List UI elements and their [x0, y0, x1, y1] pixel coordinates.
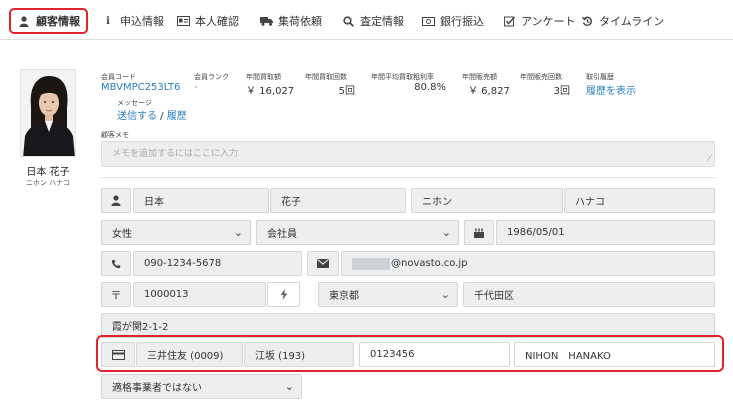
message-links: 送信する / 履歴 [117, 107, 187, 122]
tab-timeline[interactable]: タイムライン [580, 8, 664, 34]
occupation-select[interactable]: 会社員 ⌄ [256, 220, 459, 245]
info-icon: i [106, 15, 110, 27]
envelope-icon [307, 251, 339, 276]
occupation-value: 会社員 [267, 229, 297, 240]
postal-mark-icon: 〒 [101, 282, 131, 307]
member-rank-label: 会員ランク [194, 73, 229, 81]
member-rank: - [194, 82, 198, 93]
annual-sales-label: 年間販売額 [462, 73, 497, 81]
prefecture-select[interactable]: 東京都 ⌄ [318, 282, 458, 307]
tab-bank-transfer[interactable]: 銀行振込 [421, 8, 484, 34]
avg-margin-value: 80.8% [414, 82, 446, 93]
search-icon [341, 15, 355, 27]
customer-memo-input[interactable] [102, 142, 714, 166]
phone-input[interactable]: 090-1234-5678 [133, 251, 302, 276]
prefecture-value: 東京都 [329, 291, 359, 302]
tab-label: アンケート [521, 15, 576, 28]
city-input[interactable]: 千代田区 [463, 282, 715, 307]
checkbox-icon [502, 16, 516, 27]
tab-label: 顧客情報 [36, 15, 80, 28]
send-message-link[interactable]: 送信する [117, 111, 157, 122]
member-code-link[interactable]: MBVMPC253LT6 [101, 82, 180, 93]
annual-sales-value: ￥ 6,827 [468, 86, 510, 97]
tab-bar: 顧客情報 i 申込情報 本人確認 集荷依頼 査定情報 銀行振込 アンケート タイ… [0, 0, 733, 40]
tab-label: 銀行振込 [440, 15, 484, 28]
email-redacted [352, 257, 390, 270]
first-kana-input[interactable]: ハナコ [564, 188, 715, 213]
qualification-value: 適格事業者ではない [112, 383, 202, 394]
annual-sales-count-label: 年間販売回数 [520, 73, 562, 81]
annual-purchase-count-label: 年間買取回数 [305, 73, 347, 81]
transaction-history-label: 取引履歴 [586, 73, 614, 81]
customer-memo: ⟋ [101, 141, 715, 167]
tab-pickup-request[interactable]: 集荷依頼 [259, 8, 322, 34]
tab-identity-verification[interactable]: 本人確認 [176, 8, 239, 34]
highlight-bank-row [96, 335, 724, 372]
transaction-history-link[interactable]: 履歴を表示 [586, 82, 636, 97]
last-kana-input[interactable]: ニホン [411, 188, 563, 213]
annual-purchase-value: ￥ 16,027 [246, 86, 295, 97]
email-domain: @novasto.co.jp [391, 258, 468, 269]
gender-select[interactable]: 女性 ⌄ [101, 220, 251, 245]
history-icon [580, 16, 594, 27]
annual-purchase-label: 年間買取額 [246, 73, 281, 81]
gender-value: 女性 [112, 229, 132, 240]
zip-lookup-button[interactable] [267, 282, 300, 307]
qualification-select[interactable]: 適格事業者ではない ⌄ [101, 374, 302, 399]
tab-assessment-info[interactable]: 査定情報 [341, 8, 404, 34]
tab-label: タイムライン [599, 15, 665, 28]
resize-grip-icon[interactable]: ⟋ [706, 154, 712, 164]
link-separator: / [157, 111, 167, 122]
annual-purchase-count: 5回 [338, 86, 355, 97]
tab-customer-info[interactable]: 顧客情報 [9, 8, 88, 34]
customer-memo-label: 顧客メモ [101, 131, 129, 139]
customer-kana: ニホン ハナコ [25, 179, 71, 187]
message-history-link[interactable]: 履歴 [167, 111, 187, 122]
last-name-input[interactable]: 日本 [133, 188, 269, 213]
banknote-icon [421, 16, 435, 26]
user-icon [17, 15, 31, 27]
annual-sales-count: 3回 [553, 86, 570, 97]
member-code-label: 会員コード [101, 73, 136, 81]
divider [101, 177, 715, 178]
tab-survey[interactable]: アンケート [502, 8, 576, 34]
tab-label: 本人確認 [195, 15, 239, 28]
tab-label: 集荷依頼 [278, 15, 322, 28]
chevron-down-icon: ⌄ [441, 226, 451, 239]
first-name-input[interactable]: 花子 [270, 188, 406, 213]
birthday-cake-icon [464, 220, 494, 245]
chevron-down-icon: ⌄ [233, 226, 243, 239]
avg-margin-label: 年間平均買取粗利率 [371, 73, 434, 81]
truck-icon [259, 16, 273, 26]
email-input[interactable]: @novasto.co.jp [341, 251, 715, 276]
tab-label: 申込情報 [120, 15, 164, 28]
tab-application-info[interactable]: i 申込情報 [101, 8, 164, 34]
phone-icon [101, 251, 131, 276]
birthday-input[interactable]: 1986/05/01 [496, 220, 715, 245]
zip-input[interactable]: 1000013 [133, 282, 266, 307]
id-card-icon [176, 16, 190, 26]
chevron-down-icon: ⌄ [284, 380, 294, 393]
tab-label: 査定情報 [360, 15, 404, 28]
person-icon [101, 188, 131, 213]
customer-name: 日本 花子 [26, 167, 70, 178]
chevron-down-icon: ⌄ [440, 288, 450, 301]
customer-photo [20, 69, 76, 157]
